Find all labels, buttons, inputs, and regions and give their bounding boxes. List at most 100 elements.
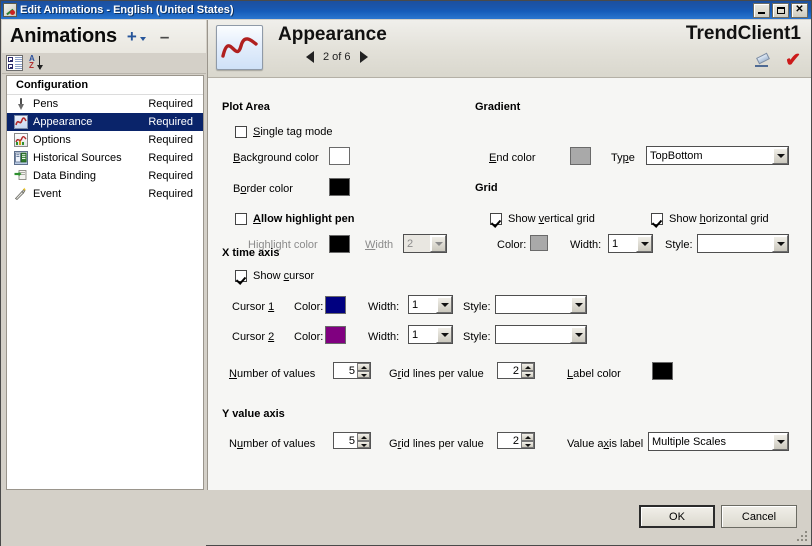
pane-actions: ✔ [755, 51, 801, 70]
x-number-of-values-value: 5 [348, 364, 355, 377]
prev-page-button[interactable] [306, 51, 314, 63]
cursor1-style-combo[interactable] [495, 295, 587, 314]
wave-icon [14, 115, 28, 129]
grid-width-combo[interactable]: 1 [608, 234, 653, 253]
configuration-list-header: Configuration [7, 76, 203, 95]
red-check-icon[interactable]: ✔ [785, 51, 801, 70]
pen-icon [14, 97, 28, 111]
animations-sidebar: Animations + – AZ Configuration Pens Req… [2, 20, 206, 490]
value-axis-label-label: Value axis label [567, 438, 644, 450]
categorize-icon[interactable] [6, 55, 23, 71]
show-vertical-grid-checkbox[interactable] [490, 213, 502, 225]
y-grid-lines-per-value-value: 2 [512, 434, 519, 447]
page-indicator: 2 of 6 [323, 51, 351, 63]
gradient-group-title: Gradient [475, 101, 521, 113]
ok-button[interactable]: OK [639, 505, 715, 528]
sidebar-toolbar: AZ [2, 53, 206, 74]
minimize-button[interactable] [753, 2, 770, 18]
stepper-up-icon[interactable] [357, 363, 370, 371]
resize-grip[interactable] [796, 530, 808, 542]
chevron-down-icon [139, 37, 146, 41]
show-horizontal-grid-label: Show horizontal grid [669, 213, 769, 225]
show-vertical-grid-label: Show vertical grid [508, 213, 595, 225]
title-bar: Edit Animations - English (United States… [1, 1, 811, 19]
chevron-down-icon [772, 235, 788, 252]
grid-color-swatch[interactable] [530, 235, 548, 251]
stepper-down-icon[interactable] [521, 440, 534, 448]
cursor1-color-swatch[interactable] [325, 296, 346, 314]
sidebar-item-status: Required [148, 134, 193, 146]
x-number-of-values-spinner[interactable]: 5 [333, 362, 371, 379]
sidebar-item-historical-sources[interactable]: Historical Sources Required [7, 149, 203, 167]
event-wand-icon [14, 187, 28, 201]
cursor1-width-label: Width: [368, 301, 400, 313]
chevron-down-icon [772, 433, 788, 450]
configuration-list: Configuration Pens Required Appearance R… [6, 75, 204, 490]
y-number-of-values-value: 5 [348, 434, 355, 447]
border-color-swatch[interactable] [329, 178, 350, 196]
value-axis-label-combo[interactable]: Multiple Scales [648, 432, 789, 451]
x-grid-lines-per-value-value: 2 [512, 364, 519, 377]
show-cursor-label: Show cursor [253, 270, 315, 282]
highlight-width-combo[interactable]: 2 [403, 234, 447, 253]
stepper-up-icon[interactable] [521, 363, 534, 371]
gradient-type-combo[interactable]: TopBottom [646, 146, 789, 165]
value-axis-label-value: Multiple Scales [652, 435, 726, 448]
stepper-down-icon[interactable] [357, 370, 370, 378]
cursor2-style-combo[interactable] [495, 325, 587, 344]
stepper-up-icon[interactable] [357, 433, 370, 441]
sidebar-item-options[interactable]: Options Required [7, 131, 203, 149]
show-cursor-checkbox[interactable] [235, 270, 247, 282]
highlight-color-swatch[interactable] [329, 235, 350, 253]
sidebar-item-data-binding[interactable]: Data Binding Required [7, 167, 203, 185]
stepper-down-icon[interactable] [357, 440, 370, 448]
cancel-button[interactable]: Cancel [721, 505, 797, 528]
database-icon [14, 151, 28, 165]
border-color-label: Border color [233, 183, 293, 195]
chevron-down-icon [570, 296, 586, 313]
gradient-type-value: TopBottom [650, 149, 703, 162]
cursor2-width-value: 1 [412, 328, 419, 341]
sidebar-item-status: Required [148, 116, 193, 128]
sidebar-item-label: Data Binding [33, 170, 96, 182]
eraser-icon[interactable] [755, 52, 772, 68]
add-animation-button[interactable]: + [127, 28, 146, 45]
sort-az-icon[interactable]: AZ [29, 55, 46, 71]
y-grid-lines-per-value-spinner[interactable]: 2 [497, 432, 535, 449]
allow-highlight-pen-checkbox[interactable] [235, 213, 247, 225]
sidebar-item-status: Required [148, 152, 193, 164]
gradient-type-label: Type [611, 152, 635, 164]
pane-header: Appearance 2 of 6 TrendClient1 ✔ [208, 20, 811, 78]
cursor2-color-swatch[interactable] [325, 326, 346, 344]
highlight-width-value: 2 [407, 237, 414, 250]
single-tag-mode-checkbox[interactable] [235, 126, 247, 138]
close-button[interactable]: ✕ [791, 2, 808, 18]
chevron-down-icon [772, 147, 788, 164]
background-color-swatch[interactable] [329, 147, 350, 165]
end-color-swatch[interactable] [570, 147, 591, 165]
cursor2-width-label: Width: [368, 331, 400, 343]
edit-animations-window: Edit Animations - English (United States… [0, 0, 812, 546]
remove-animation-button[interactable]: – [160, 28, 169, 45]
sidebar-item-pens[interactable]: Pens Required [7, 95, 203, 113]
x-grid-lines-per-value-spinner[interactable]: 2 [497, 362, 535, 379]
chevron-down-icon [636, 235, 652, 252]
grid-group-title: Grid [475, 182, 498, 194]
cursor1-width-combo[interactable]: 1 [408, 295, 453, 314]
grid-style-combo[interactable] [697, 234, 789, 253]
stepper-up-icon[interactable] [521, 433, 534, 441]
stepper-down-icon[interactable] [521, 370, 534, 378]
client-name: TrendClient1 [685, 23, 801, 44]
next-page-button[interactable] [359, 51, 368, 63]
plus-icon: + [126, 27, 137, 46]
end-color-label: End color [489, 152, 536, 164]
y-number-of-values-spinner[interactable]: 5 [333, 432, 371, 449]
grid-width-label: Width: [570, 239, 602, 251]
cursor2-width-combo[interactable]: 1 [408, 325, 453, 344]
sidebar-item-event[interactable]: Event Required [7, 185, 203, 203]
show-horizontal-grid-checkbox[interactable] [651, 213, 663, 225]
label-color-swatch[interactable] [652, 362, 673, 380]
maximize-button[interactable] [772, 2, 789, 18]
cursor1-width-value: 1 [412, 298, 419, 311]
sidebar-item-appearance[interactable]: Appearance Required [7, 113, 203, 131]
